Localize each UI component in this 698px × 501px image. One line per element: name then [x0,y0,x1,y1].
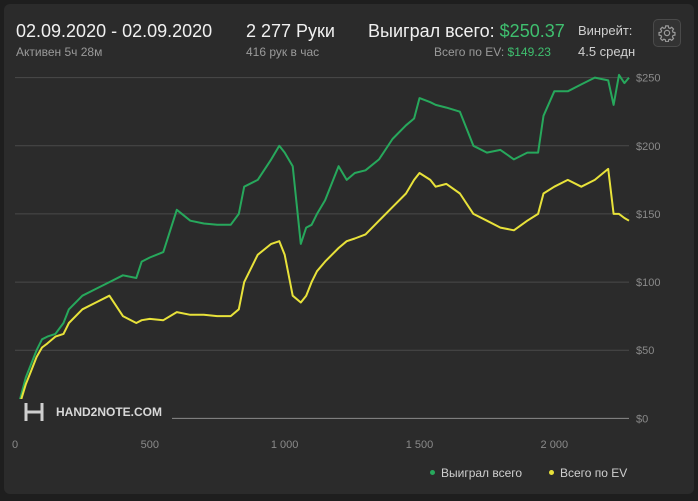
winnings-chart: 0 500 1 000 1 500 2 000 $0 $50 $100 $150 $200 $25… [12,73,661,451]
legend-ev: Всего по EV [549,466,627,480]
x-tick-label: 500 [141,439,159,451]
legend-won: Выиграл всего [430,466,522,480]
x-tick-label: 0 [12,439,18,451]
legend-won-label: Выиграл всего [441,466,523,480]
y-tick-label: $250 [636,73,660,85]
x-tick-label: 1 000 [271,439,299,451]
series-line-won [14,73,630,419]
y-tick-label: $0 [636,413,648,425]
legend-won-marker [430,470,435,476]
y-tick-label: $150 [636,209,660,221]
y-tick-label: $100 [636,277,660,289]
legend-ev-marker [549,470,554,476]
y-tick-label: $50 [636,345,654,357]
logo-text: HAND2NOTE.COM [56,405,162,419]
x-tick-label: 2 000 [541,439,569,451]
hand2note-logo: HAND2NOTE.COM [12,399,172,429]
x-tick-label: 1 500 [406,439,434,451]
legend-ev-label: Всего по EV [560,466,628,480]
winnings-graph-panel: 02.09.2020 - 02.09.2020 Активен 5ч 28м 2… [4,4,694,494]
y-tick-label: $200 [636,141,660,153]
